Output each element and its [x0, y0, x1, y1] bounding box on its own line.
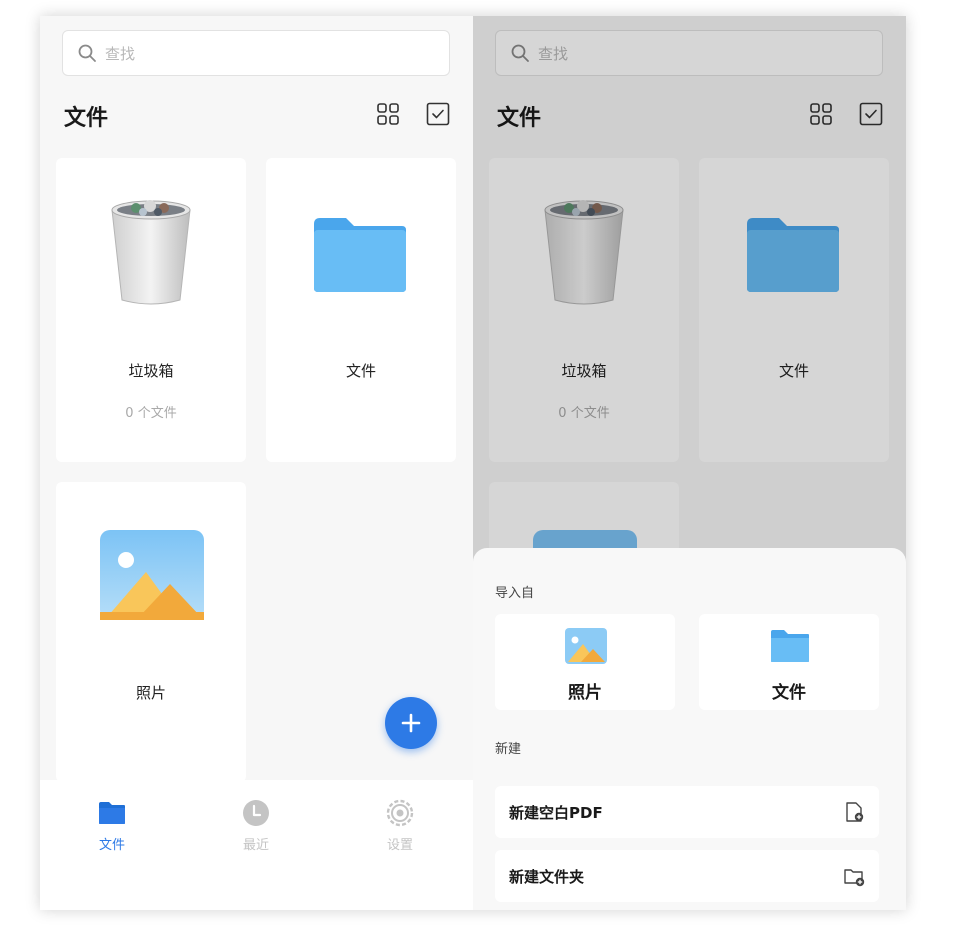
- add-file-icon: [846, 802, 864, 822]
- bottom-tab-bar: 文件 最近 设置: [40, 780, 473, 910]
- new-blank-pdf-button[interactable]: 新建空白PDF: [495, 786, 879, 838]
- photo-icon: [565, 628, 607, 664]
- folder-icon: [314, 218, 406, 292]
- tab-files[interactable]: 文件: [72, 798, 152, 853]
- trash-bin-icon: [544, 200, 624, 305]
- select-checkbox-icon[interactable]: [426, 102, 450, 126]
- folder-icon: [747, 218, 839, 292]
- tab-settings[interactable]: 设置: [360, 798, 440, 853]
- add-bottom-sheet: 导入自 照片 文件 新建 新建空白PDF 新建文件夹: [473, 548, 906, 910]
- tab-settings-label: 设置: [386, 838, 413, 853]
- photo-icon: [100, 530, 204, 620]
- files-label: 文件: [778, 362, 809, 380]
- import-files-button[interactable]: 文件: [699, 614, 879, 710]
- folder-icon: [771, 630, 809, 662]
- add-folder-icon: [844, 869, 865, 887]
- page-title: 文件: [64, 106, 109, 131]
- search-bar[interactable]: 查找: [495, 30, 883, 76]
- trash-file-count: 0 个文件: [125, 406, 177, 421]
- file-browser-panel-with-sheet: 查找 文件 垃圾箱 0 个文件 文件 导入自 照片 文件 新建 新建空白PDF …: [473, 16, 906, 910]
- add-button[interactable]: [385, 697, 437, 749]
- clock-icon: [243, 800, 269, 826]
- new-folder-label: 新建文件夹: [509, 868, 585, 886]
- trash-file-count: 0 个文件: [558, 406, 610, 421]
- plus-icon: [401, 713, 421, 733]
- photos-card[interactable]: 照片: [56, 482, 246, 782]
- page-title: 文件: [497, 106, 542, 131]
- files-card[interactable]: 文件: [699, 158, 889, 462]
- import-photos-label: 照片: [568, 683, 602, 703]
- app-frame: 查找 文件 垃圾箱 0 个文件 文件 照片 文件 最近 设置 查找 文件 垃圾箱…: [40, 16, 906, 910]
- files-card[interactable]: 文件: [266, 158, 456, 462]
- import-files-label: 文件: [772, 683, 806, 703]
- trash-label: 垃圾箱: [561, 362, 607, 380]
- new-folder-button[interactable]: 新建文件夹: [495, 850, 879, 902]
- search-placeholder: 查找: [105, 44, 136, 63]
- new-section-title: 新建: [495, 742, 522, 757]
- tab-files-label: 文件: [98, 838, 125, 853]
- files-label: 文件: [345, 362, 376, 380]
- grid-view-icon[interactable]: [376, 102, 400, 126]
- tab-recent-label: 最近: [242, 838, 269, 853]
- gear-icon: [386, 799, 414, 827]
- select-checkbox-icon[interactable]: [859, 102, 883, 126]
- folder-icon: [99, 802, 125, 824]
- new-blank-pdf-label: 新建空白PDF: [509, 804, 603, 822]
- grid-view-icon[interactable]: [809, 102, 833, 126]
- import-section-title: 导入自: [495, 586, 535, 601]
- tab-recent[interactable]: 最近: [216, 798, 296, 853]
- search-icon: [78, 44, 96, 62]
- trash-bin-icon: [111, 200, 191, 305]
- trash-card[interactable]: 垃圾箱 0 个文件: [489, 158, 679, 462]
- trash-label: 垃圾箱: [128, 362, 174, 380]
- import-photos-button[interactable]: 照片: [495, 614, 675, 710]
- search-bar[interactable]: 查找: [62, 30, 450, 76]
- search-icon: [511, 44, 529, 62]
- search-placeholder: 查找: [538, 44, 569, 63]
- file-browser-panel: 查找 文件 垃圾箱 0 个文件 文件 照片 文件 最近 设置: [40, 16, 473, 910]
- photos-label: 照片: [135, 684, 166, 702]
- trash-card[interactable]: 垃圾箱 0 个文件: [56, 158, 246, 462]
